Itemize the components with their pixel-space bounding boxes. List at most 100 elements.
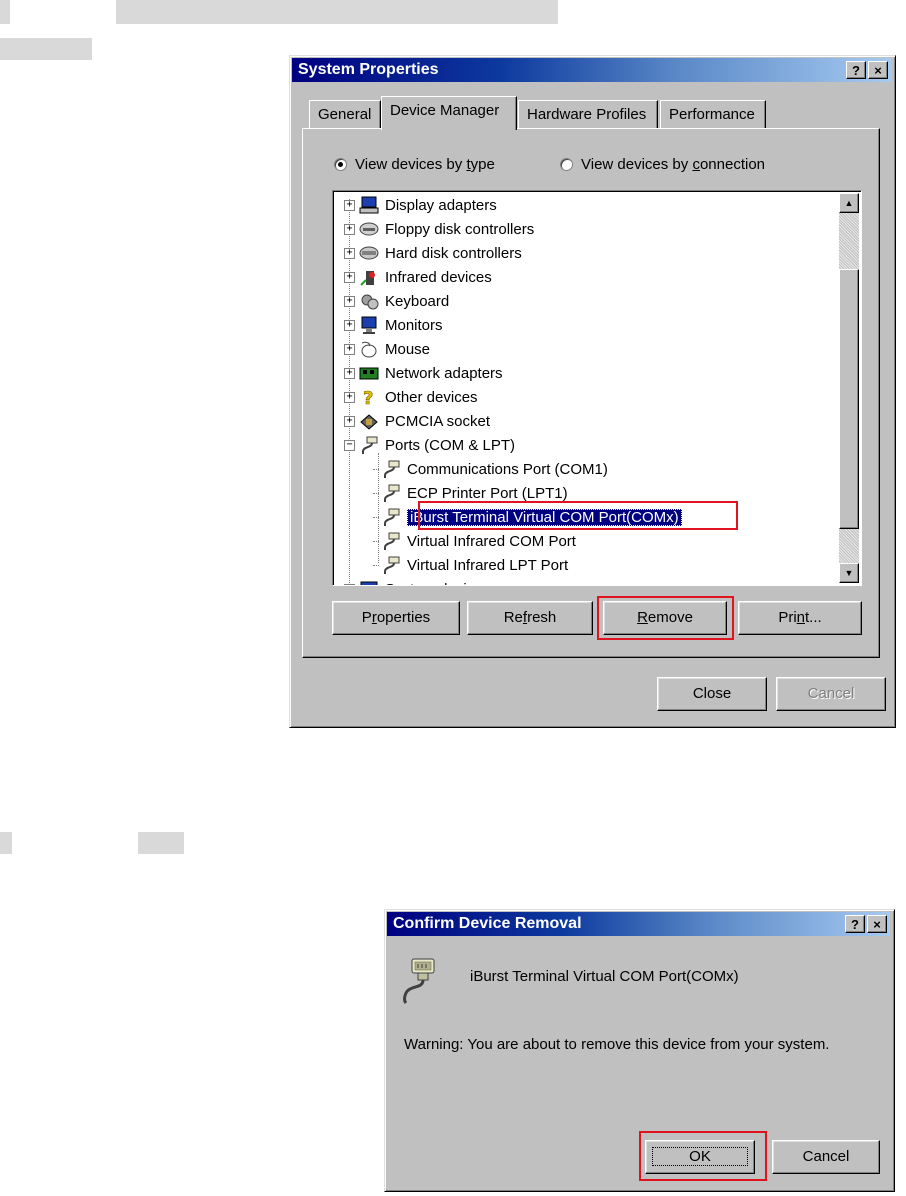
tree-item[interactable]: +? Other devices (344, 385, 478, 409)
tab-performance[interactable]: Performance (660, 100, 766, 128)
tree-connector (373, 468, 379, 470)
tab-device-manager[interactable]: Device Manager (381, 96, 517, 130)
tree-item-label: Infrared devices (385, 268, 492, 286)
system-properties-titlebar[interactable]: System Properties ? × (292, 58, 891, 82)
floppy-controller-icon (359, 222, 379, 236)
redacted-text-bar (138, 832, 184, 854)
scroll-thumb[interactable] (839, 269, 859, 529)
expand-icon[interactable]: + (344, 247, 355, 259)
radio-selected-icon (334, 158, 347, 171)
svg-text:?: ? (363, 388, 373, 406)
tree-item-label: Keyboard (385, 292, 450, 310)
port-icon (384, 508, 400, 526)
tree-item-label: Virtual Infrared COM Port (407, 532, 576, 550)
collapse-icon[interactable]: − (344, 439, 355, 451)
tree-item-label: Other devices (385, 388, 478, 406)
port-icon (362, 436, 378, 454)
tree-item-label: Hard disk controllers (385, 244, 522, 262)
redacted-text-bar (0, 38, 92, 60)
tree-item-label: Ports (COM & LPT) (385, 436, 516, 454)
dialog-title: Confirm Device Removal (393, 915, 582, 932)
expand-icon[interactable]: + (344, 367, 355, 379)
view-by-type-radio[interactable]: View devices by type (334, 156, 495, 173)
hard-disk-controller-icon (359, 246, 379, 260)
pcmcia-icon (360, 414, 378, 430)
expand-icon[interactable]: + (344, 319, 355, 331)
port-icon (384, 484, 400, 502)
port-icon (384, 532, 400, 550)
keyboard-icon (361, 294, 379, 310)
display-adapter-icon (359, 196, 379, 214)
help-button[interactable]: ? (846, 61, 866, 79)
expand-icon[interactable]: + (344, 415, 355, 427)
properties-button[interactable]: Properties (332, 601, 460, 635)
tree-item-label: Mouse (385, 340, 431, 358)
tree-item-label: PCMCIA socket (385, 412, 491, 430)
tree-item[interactable]: Virtual Infrared LPT Port (373, 553, 568, 577)
mouse-icon (361, 341, 377, 358)
highlight-frame-device (418, 501, 738, 530)
tree-connector (373, 492, 379, 494)
tab-hardware-profiles[interactable]: Hardware Profiles (518, 100, 658, 128)
question-mark-icon: ? (363, 388, 374, 406)
tree-connector (373, 516, 379, 518)
close-button[interactable]: × (867, 915, 887, 933)
tree-item[interactable]: + Hard disk controllers (344, 241, 522, 265)
system-device-icon (360, 581, 378, 585)
tree-item-label: Monitors (385, 316, 443, 334)
device-name: iBurst Terminal Virtual COM Port(COMx) (470, 968, 739, 985)
tab-general[interactable]: General (309, 100, 381, 128)
infrared-icon (360, 271, 375, 286)
close-button[interactable]: × (868, 61, 888, 79)
expand-icon[interactable]: + (344, 391, 355, 403)
expand-icon[interactable]: + (344, 223, 355, 235)
cancel-button[interactable]: Cancel (776, 677, 886, 711)
warning-message: Warning: You are about to remove this de… (404, 1036, 830, 1053)
tree-item-label: System devices (385, 581, 490, 586)
tree-connector (373, 540, 379, 542)
scroll-up-arrow-icon[interactable]: ▲ (839, 193, 859, 213)
help-button[interactable]: ? (845, 915, 865, 933)
highlight-frame-remove (597, 596, 734, 640)
redacted-text-bar (0, 832, 12, 854)
tree-item[interactable]: − Ports (COM & LPT) (344, 433, 515, 457)
tree-item[interactable]: + System devices (344, 577, 490, 586)
tree-item[interactable]: + Network adapters (344, 361, 503, 385)
window-title: System Properties (298, 61, 439, 78)
tree-item-label: Floppy disk controllers (385, 220, 535, 238)
tree-item-label: ECP Printer Port (LPT1) (407, 484, 568, 502)
tree-item[interactable]: + PCMCIA socket (344, 409, 490, 433)
tree-item[interactable]: + Display adapters (344, 193, 497, 217)
port-icon (384, 556, 400, 574)
vertical-scrollbar[interactable]: ▲ ▼ (839, 193, 859, 583)
close-dialog-button[interactable]: Close (657, 677, 767, 711)
radio-unselected-icon (560, 158, 573, 171)
confirm-removal-titlebar[interactable]: Confirm Device Removal ? × (387, 912, 890, 936)
print-button[interactable]: Print... (738, 601, 862, 635)
tree-item[interactable]: Virtual Infrared COM Port (373, 529, 576, 553)
tree-item[interactable]: + Keyboard (344, 289, 449, 313)
tree-item-label: Network adapters (385, 364, 503, 382)
expand-icon[interactable]: + (344, 295, 355, 307)
expand-icon[interactable]: + (344, 583, 355, 585)
highlight-frame-ok (639, 1131, 767, 1181)
tree-item[interactable]: Communications Port (COM1) (373, 457, 608, 481)
tree-item[interactable]: + Infrared devices (344, 265, 492, 289)
scroll-down-arrow-icon[interactable]: ▼ (839, 563, 859, 583)
port-icon (384, 460, 400, 478)
tree-item[interactable]: + Mouse (344, 337, 430, 361)
view-by-connection-radio[interactable]: View devices by connection (560, 156, 765, 173)
tree-item[interactable]: + Floppy disk controllers (344, 217, 534, 241)
monitor-icon (361, 316, 377, 334)
tree-item-label: Virtual Infrared LPT Port (407, 556, 569, 574)
expand-icon[interactable]: + (344, 343, 355, 355)
tree-item[interactable]: + Monitors (344, 313, 443, 337)
redacted-text-bar (0, 0, 10, 24)
refresh-button[interactable]: Refresh (467, 601, 593, 635)
tree-connector (373, 564, 379, 566)
confirm-cancel-button[interactable]: Cancel (772, 1140, 880, 1174)
serial-port-icon (403, 958, 435, 1005)
expand-icon[interactable]: + (344, 199, 355, 211)
redacted-text-bar (116, 0, 558, 24)
expand-icon[interactable]: + (344, 271, 355, 283)
